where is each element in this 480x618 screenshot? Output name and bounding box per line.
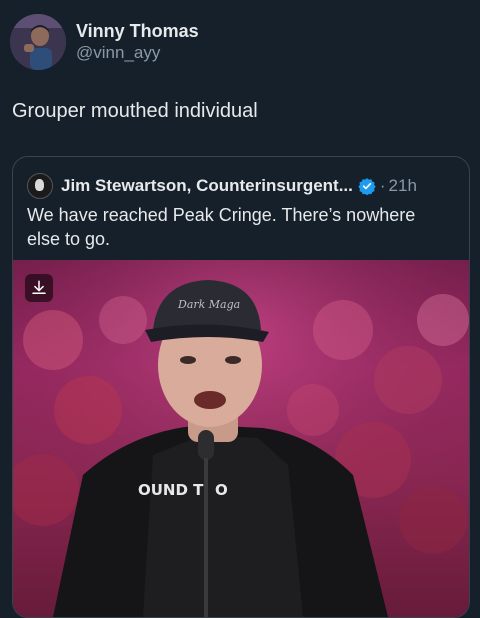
- video-frame-image: Dark Maga OUND T O: [13, 260, 469, 617]
- download-button[interactable]: [25, 274, 53, 302]
- quoted-tweet-time[interactable]: 21h: [389, 176, 417, 196]
- quoted-author-name: Jim Stewartson, Counterinsurgent...: [61, 176, 353, 195]
- author-handle[interactable]: @vinn_ayy: [76, 42, 199, 64]
- download-icon: [32, 280, 46, 294]
- quoted-tweet-text: We have reached Peak Cringe. There’s now…: [27, 205, 416, 249]
- quoted-tweet-header: Jim Stewartson, Counterinsurgent... · 21…: [27, 173, 417, 199]
- tweet-header: Vinny Thomas @vinn_ayy: [10, 14, 199, 70]
- author-avatar[interactable]: [10, 14, 66, 70]
- quoted-author-avatar: [27, 173, 53, 199]
- separator-dot: ·: [379, 176, 386, 195]
- quoted-tweet-media[interactable]: Dark Maga OUND T O: [13, 260, 469, 617]
- shirt-text: OUND T: [138, 481, 204, 499]
- user-avatar-icon: [10, 14, 66, 70]
- tweet-text: Grouper mouthed individual: [12, 100, 258, 122]
- verified-badge-icon: [358, 178, 376, 195]
- svg-text:Dark Maga: Dark Maga: [177, 298, 240, 311]
- quoted-tweet-card[interactable]: Jim Stewartson, Counterinsurgent... · 21…: [12, 156, 470, 618]
- author-display-name[interactable]: Vinny Thomas: [76, 20, 199, 42]
- author-names: Vinny Thomas @vinn_ayy: [76, 20, 199, 64]
- shirt-text-end: O: [215, 481, 228, 499]
